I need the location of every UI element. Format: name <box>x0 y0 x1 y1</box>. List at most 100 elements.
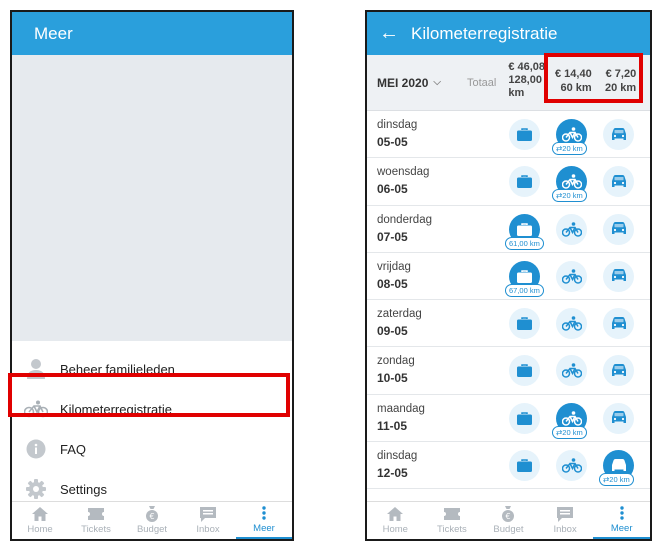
month-selector[interactable]: MEI 2020 ⌵ <box>377 76 441 90</box>
tab-label: Tickets <box>437 524 467 535</box>
home-icon <box>387 506 404 522</box>
tab-meer[interactable]: Meer <box>236 502 292 539</box>
day-row: vrijdag 08-05 67,00 km <box>367 253 650 301</box>
day-list: dinsdag 05-05 ⇄20 km woensdag 06-05 ⇄20 … <box>367 111 650 490</box>
day-row: maandag 11-05 ⇄20 km <box>367 395 650 443</box>
km-label: 67,00 km <box>505 283 544 297</box>
tab-label: Meer <box>253 523 275 534</box>
bike-toggle[interactable] <box>556 450 587 482</box>
day-row: zondag 10-05 <box>367 347 650 395</box>
car-icon <box>611 222 627 236</box>
day-date: 10-05 <box>377 371 408 386</box>
bike-toggle[interactable] <box>556 260 587 292</box>
car-toggle[interactable] <box>603 355 634 387</box>
km-label-value: 67,00 km <box>509 285 540 295</box>
message-icon <box>557 506 574 522</box>
menu-item-label: FAQ <box>60 441 87 457</box>
car-toggle[interactable] <box>603 402 634 434</box>
day-row: dinsdag 05-05 ⇄20 km <box>367 111 650 159</box>
bike-toggle[interactable] <box>556 355 587 387</box>
briefcase-toggle[interactable] <box>509 308 540 340</box>
km-label-value: 20 km <box>562 191 583 201</box>
tab-label: Inbox <box>553 524 577 535</box>
car-toggle[interactable] <box>603 308 634 340</box>
car-toggle[interactable] <box>603 119 634 150</box>
km-label: ⇄20 km <box>552 189 587 203</box>
total-km-unit: km <box>508 87 525 99</box>
bike-toggle[interactable] <box>556 308 587 340</box>
tab-home[interactable]: Home <box>12 502 68 539</box>
bottom-nav: Home Tickets € Budget Inbox Meer <box>367 501 650 539</box>
car-icon <box>611 316 627 331</box>
bicycle-icon <box>561 174 582 190</box>
day-name: dinsdag <box>377 119 418 131</box>
briefcase-toggle[interactable] <box>509 402 540 434</box>
briefcase-icon <box>517 270 532 283</box>
day-name: dinsdag <box>377 450 418 463</box>
meer-screen: Meer Beheer familieleden Kilometerregist… <box>10 10 294 541</box>
briefcase-toggle[interactable] <box>509 450 540 482</box>
highlight-box <box>544 53 643 103</box>
km-label: ⇄20 km <box>552 425 587 439</box>
day-row: donderdag 07-05 61,00 km <box>367 206 650 253</box>
km-label: ⇄20 km <box>599 473 634 487</box>
bicycle-icon <box>561 458 582 473</box>
car-toggle[interactable] <box>603 213 634 245</box>
car-icon <box>611 411 627 425</box>
bottom-nav: Home Tickets € Budget Inbox Meer <box>12 501 292 539</box>
briefcase-icon <box>517 412 532 425</box>
page-title: Meer <box>34 23 73 43</box>
km-label-value: 61,00 km <box>509 238 540 248</box>
totaal-label: Totaal <box>466 76 497 89</box>
tab-inbox[interactable]: Inbox <box>180 502 236 539</box>
svg-text:€: € <box>149 512 154 521</box>
app-bar: Meer <box>12 12 292 55</box>
app-bar: ← Kilometerregistratie <box>367 12 650 55</box>
back-arrow-icon[interactable]: ← <box>369 22 409 45</box>
tab-meer[interactable]: Meer <box>593 502 650 539</box>
briefcase-icon <box>517 128 532 141</box>
bike-toggle[interactable] <box>556 213 587 245</box>
tab-tickets[interactable]: Tickets <box>424 502 481 539</box>
more-vertical-icon <box>262 505 266 521</box>
home-icon <box>32 506 48 522</box>
briefcase-icon <box>517 459 532 473</box>
tab-budget[interactable]: € Budget <box>480 502 537 539</box>
day-row: zaterdag 09-05 <box>367 300 650 348</box>
briefcase-toggle[interactable] <box>509 166 540 198</box>
empty-area <box>12 55 292 341</box>
page-title: Kilometerregistratie <box>411 23 558 43</box>
bicycle-icon <box>561 410 582 426</box>
menu-item-faq[interactable]: FAQ <box>12 429 292 469</box>
chevron-down-icon: ⌵ <box>433 77 441 88</box>
day-date: 09-05 <box>377 324 408 339</box>
day-date: 06-05 <box>377 182 408 197</box>
tab-tickets[interactable]: Tickets <box>68 502 124 539</box>
total-km-value: 128,00 <box>508 74 542 86</box>
briefcase-icon <box>517 317 532 331</box>
ticket-icon <box>88 506 104 522</box>
briefcase-toggle[interactable] <box>509 119 540 150</box>
day-date: 08-05 <box>377 276 408 291</box>
tab-label: Budget <box>136 524 168 535</box>
total-values: € 46,08 128,00 km <box>508 61 545 100</box>
tab-inbox[interactable]: Inbox <box>537 502 594 539</box>
car-toggle[interactable] <box>603 260 634 292</box>
gear-icon <box>24 477 48 501</box>
tab-home[interactable]: Home <box>367 502 424 539</box>
car-icon <box>611 363 627 378</box>
day-name: donderdag <box>377 213 432 226</box>
km-label: ⇄20 km <box>552 142 587 155</box>
briefcase-toggle[interactable] <box>509 355 540 387</box>
ticket-icon <box>443 506 460 522</box>
day-date: 07-05 <box>377 229 408 244</box>
day-date: 11-05 <box>377 418 408 433</box>
tab-budget[interactable]: € Budget <box>124 502 180 539</box>
briefcase-icon <box>517 175 532 189</box>
more-vertical-icon <box>619 505 624 521</box>
car-icon <box>611 174 627 189</box>
car-toggle[interactable] <box>603 166 634 198</box>
km-label-value: 20 km <box>562 427 583 437</box>
money-bag-icon: € <box>501 506 515 522</box>
day-date: 05-05 <box>377 135 408 149</box>
